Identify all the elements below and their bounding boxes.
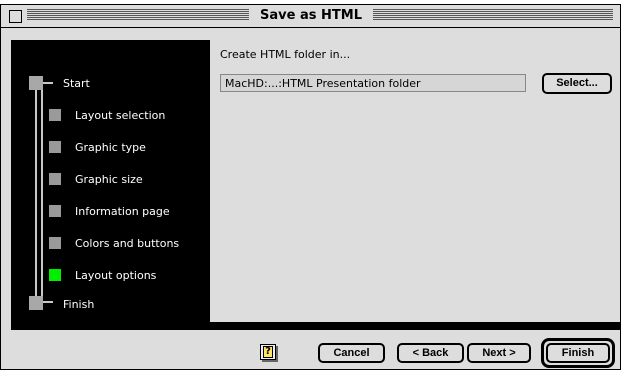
next-button[interactable]: Next > (467, 343, 531, 363)
select-button[interactable]: Select... (542, 73, 612, 94)
step-graphic-size-label: Graphic size (75, 173, 143, 186)
cancel-button[interactable]: Cancel (318, 343, 385, 363)
title-stripes-left (27, 9, 249, 21)
back-button[interactable]: < Back (397, 343, 464, 363)
step-layout-options-label: Layout options (75, 269, 157, 282)
step-marker-icon (49, 141, 61, 153)
folder-prompt: Create HTML folder in... (220, 48, 351, 61)
progress-rail-outer (35, 82, 37, 302)
step-information-page-label: Information page (75, 205, 170, 218)
title-stripes-right (373, 9, 613, 21)
step-marker-icon (49, 173, 61, 185)
step-colors-buttons-label: Colors and buttons (75, 237, 180, 250)
window-title: Save as HTML (255, 8, 367, 24)
help-button[interactable]: ? (260, 344, 276, 360)
content-pane: Create HTML folder in... MacHD:...:HTML … (210, 40, 620, 322)
start-marker-icon (29, 76, 43, 90)
step-start-label: Start (63, 77, 90, 90)
wizard-panel: Start Layout selection Graphic type Grap… (11, 40, 620, 330)
close-box-icon[interactable] (9, 10, 22, 23)
start-tick (43, 82, 53, 84)
step-graphic-type-label: Graphic type (75, 141, 146, 154)
active-step-marker-icon (49, 269, 61, 281)
steps-sidebar: Start Layout selection Graphic type Grap… (11, 40, 210, 330)
finish-tick (43, 301, 53, 303)
title-bar[interactable]: Save as HTML (1, 5, 620, 28)
finish-marker-icon (29, 296, 43, 310)
step-marker-icon (49, 205, 61, 217)
finish-button[interactable]: Finish (546, 343, 610, 363)
step-finish-label: Finish (63, 298, 95, 311)
folder-path-field: MacHD:...:HTML Presentation folder (220, 74, 526, 92)
step-marker-icon (49, 237, 61, 249)
step-layout-selection-label: Layout selection (75, 109, 166, 122)
help-icon: ? (263, 346, 273, 358)
save-as-html-dialog: Save as HTML Start Layout selection Grap… (0, 4, 621, 370)
step-marker-icon (49, 109, 61, 121)
progress-rail-inner (41, 82, 43, 302)
